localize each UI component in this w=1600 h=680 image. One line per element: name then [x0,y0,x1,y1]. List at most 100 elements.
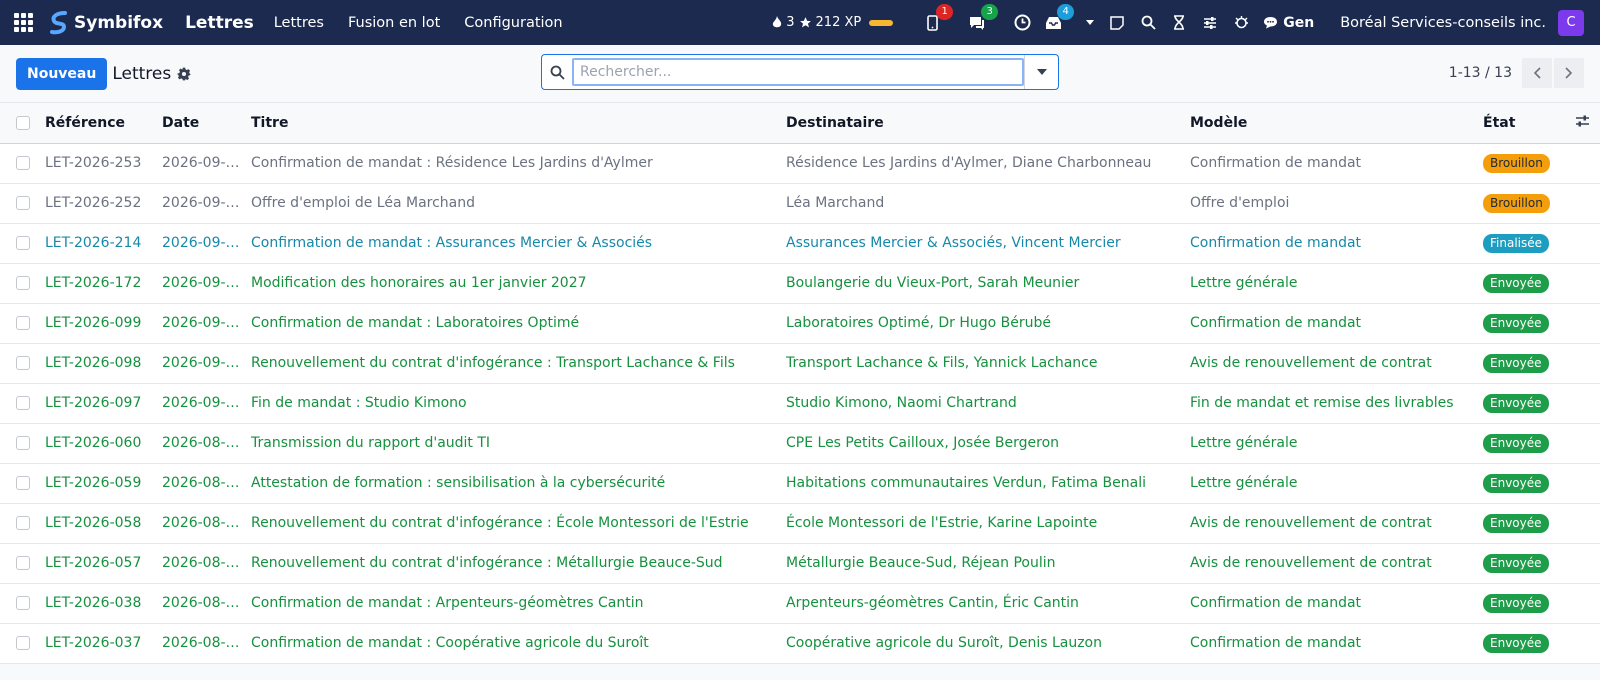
cell-date: 2026-08-18 [162,623,251,664]
table-row[interactable]: LET-2026-037 2026-08-18 Confirmation de ma… [0,623,1600,664]
column-header-recipient[interactable]: Destinataire [786,103,1190,144]
row-checkbox[interactable] [16,156,30,170]
xp-progress-bar [869,19,894,26]
gen-ai-button[interactable]: Gen [1263,15,1314,31]
cell-date: 2026-09-03 [162,343,251,384]
select-all-checkbox[interactable] [16,115,30,130]
menu-fusion-en-lot[interactable]: Fusion en lot [348,15,440,31]
cell-template: Lettre générale [1190,463,1483,504]
xp-value: 212 XP [815,15,862,30]
cell-template: Offre d'emploi [1190,183,1483,224]
chevron-right-icon [1565,67,1573,79]
sliders-icon[interactable] [1201,14,1219,32]
column-header-date[interactable]: Date [162,103,251,144]
cell-reference: LET-2026-059 [45,463,162,504]
gamification-status[interactable]: 3 212 XP [772,15,894,30]
table-body: LET-2026-253 2026-09-16 Confirmation de ma… [0,143,1600,664]
column-header-title[interactable]: Titre [251,103,786,144]
column-header-state[interactable]: État [1483,103,1575,144]
column-header-template[interactable]: Modèle [1190,103,1483,144]
row-checkbox[interactable] [16,316,30,330]
cell-reference: LET-2026-099 [45,303,162,344]
pager-value[interactable]: 1-13 / 13 [1449,65,1512,81]
search-icon[interactable] [1139,14,1157,32]
clock-icon[interactable] [1013,14,1031,32]
search-input[interactable] [572,58,1024,86]
cell-date: 2026-09-16 [162,143,251,184]
brand[interactable]: Symbifox [48,10,163,36]
table-row[interactable]: LET-2026-060 2026-08-29 Transmission du ra… [0,423,1600,464]
table-row[interactable]: LET-2026-038 2026-08-20 Confirmation de ma… [0,583,1600,624]
row-checkbox[interactable] [16,276,30,290]
mobile-badge: 1 [936,3,954,20]
app-title[interactable]: Lettres [185,13,254,33]
row-checkbox[interactable] [16,196,30,210]
table-row[interactable]: LET-2026-057 2026-08-24 Renouvellement du … [0,543,1600,584]
table-row[interactable]: LET-2026-214 2026-09-11 Confirmation de ma… [0,223,1600,264]
table-row[interactable]: LET-2026-098 2026-09-03 Renouvellement du … [0,343,1600,384]
cell-reference: LET-2026-214 [45,223,162,264]
table-row[interactable]: LET-2026-253 2026-09-16 Confirmation de ma… [0,143,1600,184]
row-checkbox[interactable] [16,236,30,250]
cell-template: Confirmation de mandat [1190,303,1483,344]
cell-template: Avis de renouvellement de contrat [1190,543,1483,584]
gear-icon[interactable] [177,67,191,81]
status-badge: Envoyée [1483,513,1549,533]
bug-icon[interactable] [1232,14,1250,32]
cell-recipient: Transport Lachance & Fils, Yannick Lacha… [786,343,1190,384]
table-row[interactable]: LET-2026-059 2026-08-27 Attestation de for… [0,463,1600,504]
cell-title: Modification des honoraires au 1er janvi… [251,263,786,304]
cell-date: 2026-09-02 [162,383,251,424]
table-row[interactable]: LET-2026-252 2026-09-06 Offre d'emploi de … [0,183,1600,224]
row-checkbox[interactable] [16,436,30,450]
row-checkbox[interactable] [16,516,30,530]
cell-date: 2026-08-24 [162,503,251,544]
row-checkbox[interactable] [16,396,30,410]
optional-columns-toggle[interactable] [1575,103,1600,144]
caret-down-icon[interactable] [1085,14,1095,32]
table-row[interactable]: LET-2026-172 2026-09-09 Modification des h… [0,263,1600,304]
control-panel: Nouveau Lettres 1-13 / 13 [0,45,1600,103]
search-options-toggle[interactable] [1024,55,1058,89]
cell-template: Lettre générale [1190,423,1483,464]
row-checkbox[interactable] [16,476,30,490]
row-checkbox[interactable] [16,636,30,650]
mobile-icon[interactable]: 1 [923,3,954,32]
table-row[interactable]: LET-2026-058 2026-08-24 Renouvellement du … [0,503,1600,544]
status-badge: Envoyée [1483,313,1549,333]
user-avatar[interactable]: C [1558,9,1584,36]
activity-badge: 4 [1057,3,1075,20]
company-switcher[interactable]: Boréal Services-conseils inc. [1340,15,1546,31]
status-badge: Finalisée [1483,233,1550,253]
row-checkbox[interactable] [16,556,30,570]
hourglass-icon[interactable] [1170,14,1188,32]
row-checkbox[interactable] [16,596,30,610]
cell-title: Confirmation de mandat : Coopérative agr… [251,623,786,664]
cell-recipient: Arpenteurs-géomètres Cantin, Éric Cantin [786,583,1190,624]
row-checkbox[interactable] [16,356,30,370]
search-bar [541,54,1059,90]
cell-recipient: Boulangerie du Vieux-Port, Sarah Meunier [786,263,1190,304]
note-icon[interactable] [1108,14,1126,32]
pager-next-button[interactable] [1554,58,1584,88]
cell-title: Fin de mandat : Studio Kimono [251,383,786,424]
cell-recipient: Habitations communautaires Verdun, Fatim… [786,463,1190,504]
cell-recipient: Laboratoires Optimé, Dr Hugo Bérubé [786,303,1190,344]
table-header-row: Référence Date Titre Destinataire Modèle… [0,103,1600,144]
menu-configuration[interactable]: Configuration [464,15,562,31]
cell-title: Confirmation de mandat : Résidence Les J… [251,143,786,184]
cell-recipient: Assurances Mercier & Associés, Vincent M… [786,223,1190,264]
new-button[interactable]: Nouveau [16,57,108,90]
menu-lettres[interactable]: Lettres [274,15,324,31]
column-header-reference[interactable]: Référence [45,103,162,144]
activity-inbox-icon[interactable]: 4 [1044,3,1075,32]
status-badge: Envoyée [1483,433,1549,453]
table-row[interactable]: LET-2026-099 2026-09-0… Confirmation de ma… [0,303,1600,344]
chat-icon[interactable]: 3 [968,3,999,32]
cell-date: 2026-09-09 [162,263,251,304]
app-grid-icon[interactable] [14,12,34,33]
cell-recipient: Léa Marchand [786,183,1190,224]
pager-previous-button[interactable] [1522,58,1552,88]
table-row[interactable]: LET-2026-097 2026-09-02 Fin de mandat : St… [0,383,1600,424]
cell-reference: LET-2026-057 [45,543,162,584]
